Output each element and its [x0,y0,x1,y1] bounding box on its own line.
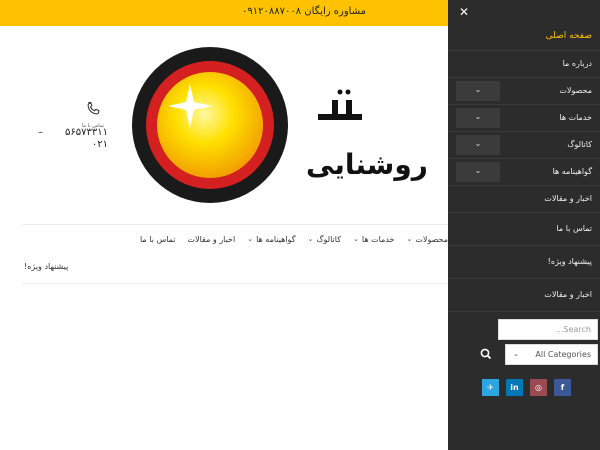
drawer-item-special-offer[interactable]: پیشنهاد ویژه! [448,246,600,279]
site-logo[interactable] [132,42,362,210]
chevron-down-icon[interactable]: ⌄ [456,108,500,128]
nav-label: تماس با ما [139,234,176,244]
logo-tagline: روشنایی [306,148,428,181]
search-icon[interactable] [479,346,493,360]
drawer-item-catalog[interactable]: کاتالوگ ⌄ [448,132,600,159]
chevron-down-icon: ⌄ [307,235,314,243]
instagram-icon[interactable]: ◎ [530,379,547,396]
nav-label: گواهینامه ها [256,234,296,244]
search-input[interactable]: ...Search [498,319,598,340]
phone-line-2: ۰۲۱ [91,139,108,150]
divider [22,224,448,225]
drawer-item-label: کاتالوگ [567,140,592,149]
drawer-item-label: گواهینامه ها [552,167,592,176]
chevron-down-icon: ⌄ [247,235,254,243]
chevron-down-icon[interactable]: ⌄ [456,135,500,155]
drawer-item-about[interactable]: درباره ما [448,51,600,78]
chevron-down-icon: ⌄ [513,350,519,358]
drawer-item-label: صفحه اصلی [545,31,592,41]
drawer-item-label: پیشنهاد ویژه! [547,257,592,266]
chevron-down-icon[interactable]: ⌄ [456,162,500,182]
facebook-icon[interactable]: f [554,379,571,396]
drawer-item-label: خدمات ها [559,113,592,122]
chevron-down-icon[interactable]: ⌄ [456,81,500,101]
category-value: All Categories [535,350,591,359]
drawer-item-news[interactable]: اخبار و مقالات [448,186,600,213]
nav-label: کاتالوگ [316,234,342,244]
phone-dash: – [38,127,43,138]
chevron-down-icon: ⌄ [353,235,359,243]
drawer-item-label: اخبار و مقالات [544,290,592,299]
main-nav: محصولات ⌄ خدمات ها ⌄ کاتالوگ ⌄ گواهینامه… [80,232,448,246]
nav-item-news[interactable]: اخبار و مقالات [188,235,236,244]
drawer-item-label: اخبار و مقالات [544,194,592,203]
nav-label: خدمات ها [361,234,395,244]
drawer-item-label: تماس با ما [556,224,592,233]
drawer-menu: صفحه اصلی درباره ما محصولات ⌄ خدمات ها ⌄… [448,24,600,312]
page: مشاوره رایگان ۰۹۱۲۰۸۸۷۰۰۸ روشنایی تماس ب… [0,0,600,450]
top-bar: مشاوره رایگان ۰۹۱۲۰۸۸۷۰۰۸ [0,0,448,26]
drawer-item-label: درباره ما [562,59,592,68]
drawer-item-services[interactable]: خدمات ها ⌄ [448,105,600,132]
nav-label: اخبار و مقالات [187,234,236,244]
drawer-item-products[interactable]: محصولات ⌄ [448,78,600,105]
free-consult-text: مشاوره رایگان ۰۹۱۲۰۸۸۷۰۰۸ [242,6,366,17]
phone-number[interactable]: ۵۶۵۷۳۳۱۱ ۰۲۱ [38,127,108,151]
linkedin-icon[interactable]: in [506,379,523,396]
drawer-item-contact[interactable]: تماس با ما [448,213,600,246]
nav-item-contact[interactable]: تماس با ما [140,235,176,244]
drawer-item-news-2[interactable]: اخبار و مقالات [448,279,600,312]
phone-line-1: ۵۶۵۷۳۳۱۱ [65,127,108,138]
nav-item-catalog[interactable]: کاتالوگ ⌄ [308,235,342,244]
drawer-item-label: محصولات [559,86,592,95]
social-links: ✈ in ◎ f [482,379,571,396]
telegram-icon[interactable]: ✈ [482,379,499,396]
nav-item-products[interactable]: محصولات ⌄ [407,235,449,244]
drawer-item-certificates[interactable]: گواهینامه ها ⌄ [448,159,600,186]
close-icon[interactable]: ✕ [459,5,469,19]
drawer-item-home[interactable]: صفحه اصلی [448,24,600,51]
divider [22,283,448,284]
nav-item-services[interactable]: خدمات ها ⌄ [353,235,394,244]
phone-icon [87,101,100,115]
nav-item-certificates[interactable]: گواهینامه ها ⌄ [247,235,295,244]
special-offer-link[interactable]: پیشنهاد ویژه! [24,262,68,271]
category-select[interactable]: All Categories ⌄ [505,344,598,365]
chevron-down-icon: ⌄ [406,235,413,243]
header-contact[interactable]: تماس با ما [76,100,110,129]
nav-label: محصولات [415,234,448,244]
